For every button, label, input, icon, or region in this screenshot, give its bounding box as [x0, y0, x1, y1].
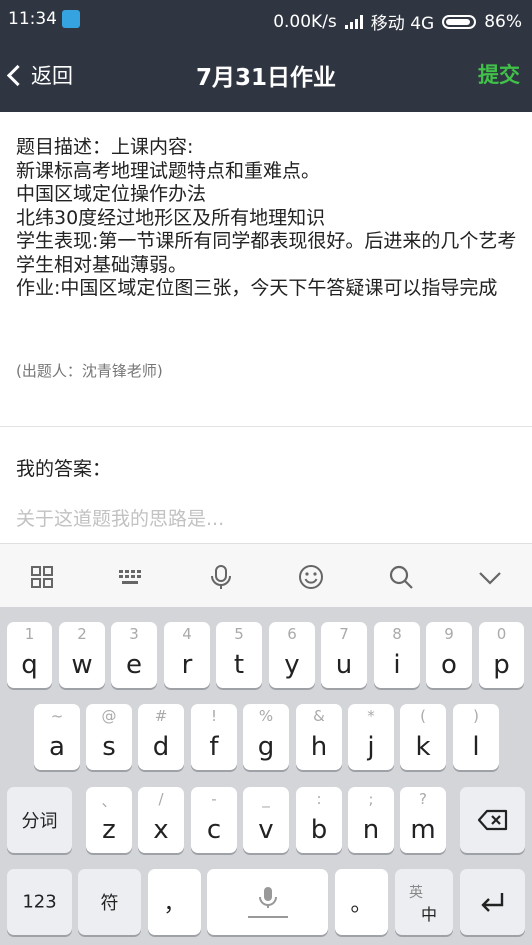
carrier-label: 移动 4G: [370, 14, 435, 34]
key-y[interactable]: 6y: [269, 622, 315, 688]
question-line: 北纬30度经过地形区及所有地理知识: [16, 206, 326, 229]
answer-label: 我的答案：: [16, 458, 112, 480]
nav-bar: 返回 7月31日作业 提交: [0, 38, 532, 112]
apps-grid-icon[interactable]: [29, 564, 55, 590]
segment-key[interactable]: 分词: [7, 787, 72, 853]
key-f[interactable]: ! f: [191, 704, 237, 770]
keyboard-toolbar: [0, 543, 532, 608]
question-line: 中国区域定位操作办法: [16, 183, 207, 205]
search-icon[interactable]: [388, 564, 414, 590]
space-key[interactable]: [207, 869, 328, 935]
status-time: 11:34: [8, 9, 57, 29]
question-line: 题目描述：上课内容:: [16, 136, 194, 158]
key-b[interactable]: :b: [296, 787, 342, 853]
key-a[interactable]: ~ a: [34, 704, 80, 770]
notification-app-icon: [62, 10, 80, 28]
key-g[interactable]: % g: [243, 704, 289, 770]
page-title: 7月31日作业: [195, 65, 336, 91]
keyboard: 1q 2w 3e 4r 5t 6y 7u 8i 9o 0p ~ a @ s # d !…: [0, 607, 532, 945]
key-i[interactable]: 8i: [374, 622, 420, 688]
key-l[interactable]: ) l: [453, 704, 499, 770]
question-description: 题目描述：上课内容: 新课标高考地理试题特点和重难点。 中国区域定位操作办法 北…: [16, 136, 521, 301]
key-j[interactable]: * j: [348, 704, 394, 770]
numbers-key[interactable]: 123: [7, 869, 72, 935]
key-w[interactable]: 2w: [59, 622, 105, 688]
status-bar: 11:34 0.00K/s 移动 4G 86%: [0, 0, 532, 38]
backspace-icon: [477, 809, 508, 831]
question-section: 题目描述：上课内容: 新课标高考地理试题特点和重难点。 中国区域定位操作办法 北…: [0, 112, 532, 427]
language-switch-key[interactable]: 英 中: [395, 869, 453, 935]
question-author: (出题人：沈青锋老师): [16, 362, 163, 380]
key-r[interactable]: 4r: [164, 622, 210, 688]
period-key[interactable]: 。: [335, 869, 388, 935]
keyboard-icon[interactable]: [117, 564, 145, 590]
key-x[interactable]: / x: [138, 787, 184, 853]
top-bar: 11:34 0.00K/s 移动 4G 86% 返回 7月31日作业 提交: [0, 0, 532, 112]
collapse-keyboard-icon[interactable]: [477, 564, 503, 590]
battery-icon: [442, 14, 477, 29]
key-e[interactable]: 3e: [111, 622, 157, 688]
divider: [0, 426, 532, 427]
answer-input[interactable]: [16, 503, 496, 535]
question-line: 新课标高考地理试题特点和重难点。: [16, 159, 321, 182]
key-q[interactable]: 1q: [7, 622, 52, 688]
submit-button[interactable]: 提交: [478, 59, 520, 89]
key-h[interactable]: & h: [296, 704, 342, 770]
battery-percent: 86%: [484, 11, 522, 32]
key-d[interactable]: # d: [138, 704, 184, 770]
key-s[interactable]: @ s: [86, 704, 132, 770]
key-t[interactable]: 5t: [216, 622, 262, 688]
enter-key[interactable]: [460, 869, 525, 935]
comma-key[interactable]: ，: [148, 869, 201, 935]
microphone-icon[interactable]: [208, 564, 234, 590]
signal-icon: [344, 14, 363, 29]
key-v[interactable]: _ v: [243, 787, 289, 853]
key-c[interactable]: -c: [191, 787, 237, 853]
backspace-key[interactable]: [460, 787, 525, 853]
key-u[interactable]: 7u: [321, 622, 367, 688]
status-right: 0.00K/s 移动 4G 86%: [273, 9, 522, 35]
network-speed: 0.00K/s: [273, 11, 337, 32]
key-o[interactable]: 9o: [426, 622, 472, 688]
enter-icon: [481, 893, 504, 912]
key-k[interactable]: (k: [400, 704, 446, 770]
symbols-key[interactable]: 符: [78, 869, 141, 935]
key-n[interactable]: ; n: [348, 787, 394, 853]
voice-input-icon: [248, 887, 288, 918]
question-line: 学生表现:第一节课所有同学都表现很好。后进来的几个艺考学生相对基础薄弱。: [16, 230, 517, 276]
key-m[interactable]: ? m: [400, 787, 446, 853]
question-line: 作业:中国区域定位图三张，今天下午答疑课可以指导完成: [16, 277, 498, 299]
emoji-icon[interactable]: [298, 564, 324, 590]
key-z[interactable]: 、 z: [86, 787, 132, 853]
key-p[interactable]: 0p: [479, 622, 524, 688]
